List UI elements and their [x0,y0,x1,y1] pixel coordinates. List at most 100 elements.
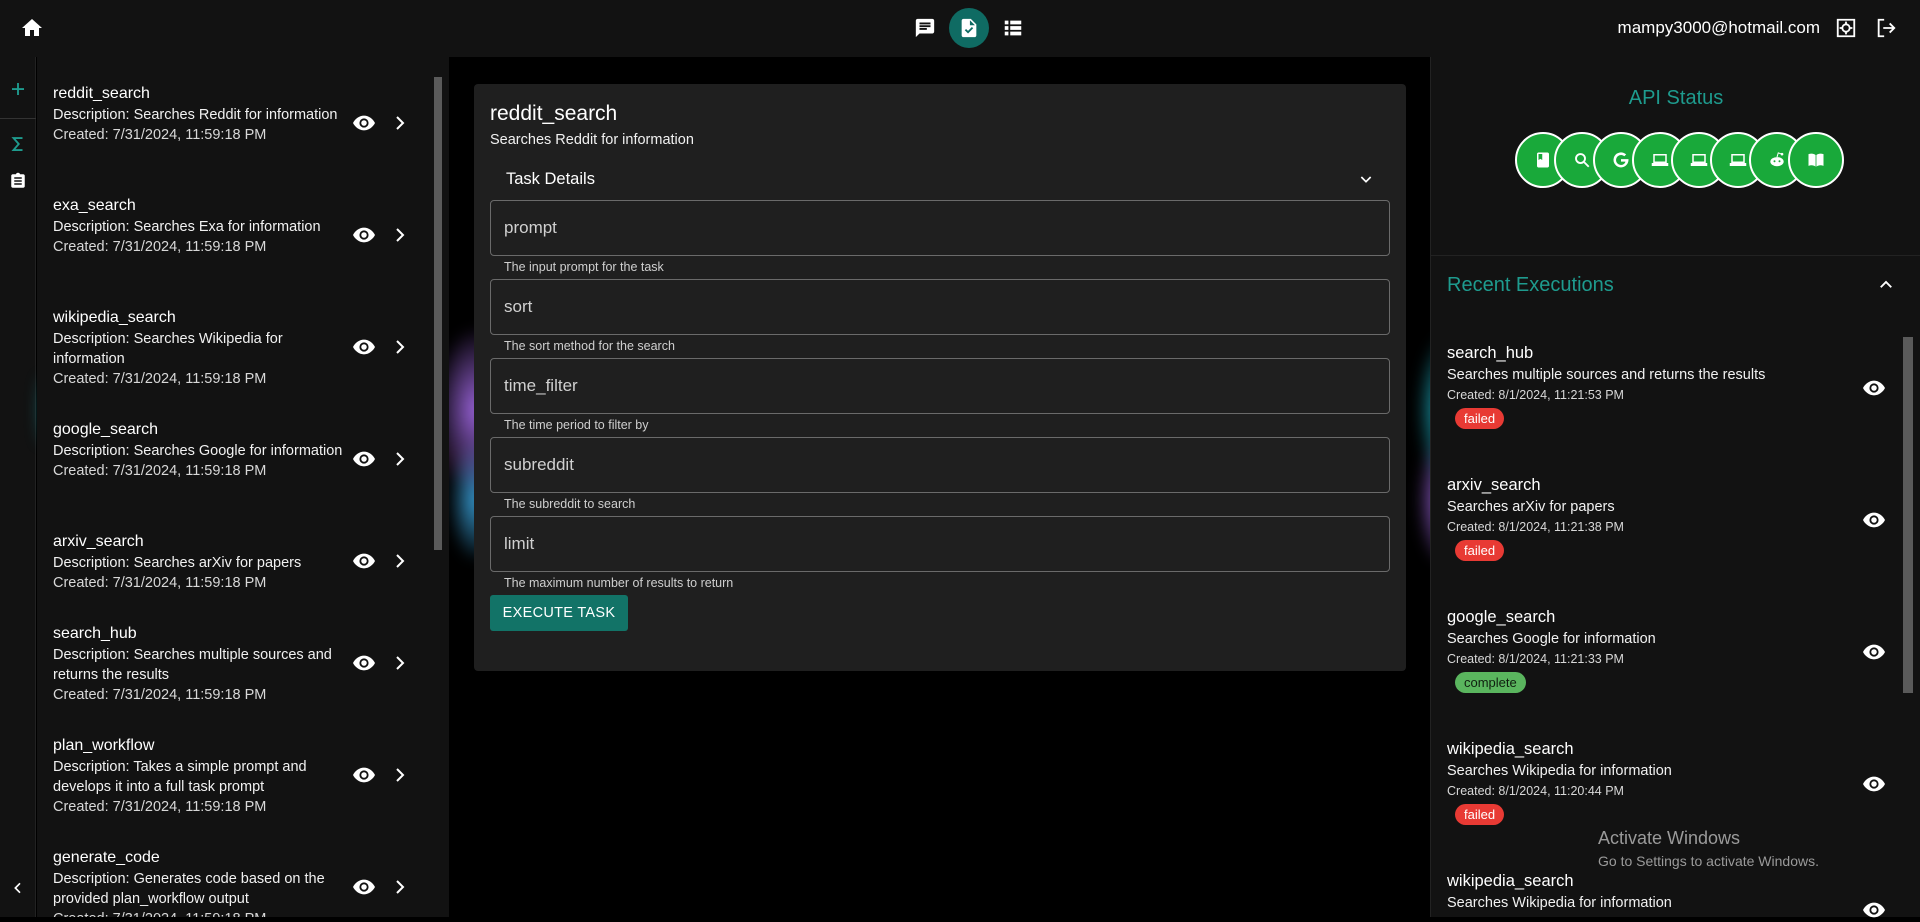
eye-icon[interactable] [351,875,377,899]
prompt-field[interactable] [490,200,1390,256]
recent-executions: Recent Executions search_hub Searches mu… [1431,255,1920,918]
task-details-toggle[interactable]: Task Details [490,160,1390,198]
task-created: Created: 7/31/2024, 11:59:18 PM [53,799,267,815]
execution-name: wikipedia_search [1447,872,1574,890]
subreddit-helper: The subreddit to search [504,497,636,511]
task-description: Description: Searches Reddit for informa… [53,107,338,123]
task-name: search_hub [53,625,137,642]
task-actions [351,447,413,471]
task-details-label: Task Details [506,169,595,188]
status-badge: failed [1455,408,1505,429]
task-actions [351,651,413,675]
task-item[interactable]: reddit_search Description: Searches Redd… [37,83,437,145]
chevron-right-icon[interactable] [387,111,413,135]
task-item[interactable]: search_hub Description: Searches multipl… [37,623,437,705]
task-actions [351,335,413,359]
subreddit-input[interactable] [491,438,1389,492]
eye-icon[interactable] [1861,376,1887,400]
chevron-right-icon[interactable] [387,875,413,899]
execute-task-button[interactable]: EXECUTE TASK [490,595,628,631]
execution-created: Created: 8/1/2024, 11:21:38 PM [1447,520,1624,534]
limit-field[interactable] [490,516,1390,572]
eye-icon[interactable] [1861,508,1887,532]
eye-icon[interactable] [351,111,377,135]
task-list-scrollbar[interactable] [432,60,442,916]
eye-icon[interactable] [351,335,377,359]
execution-description: Searches Wikipedia for information [1447,763,1672,779]
right-panel: API Status Recent Executions search_hub … [1430,57,1920,918]
add-icon[interactable] [6,77,30,101]
limit-input[interactable] [491,517,1389,571]
task-description: Description: Searches Exa for informatio… [53,219,321,235]
scrollbar-thumb[interactable] [1903,337,1913,693]
status-badge: failed [1455,540,1505,561]
user-area: mampy3000@hotmail.com [1618,14,1900,42]
logout-icon[interactable] [1872,14,1900,42]
task-item[interactable]: wikipedia_search Description: Searches W… [37,307,437,389]
eye-icon[interactable] [1861,898,1887,922]
task-description: Description: Searches multiple sources a… [53,647,332,683]
eye-icon[interactable] [351,223,377,247]
user-email: mampy3000@hotmail.com [1617,18,1820,37]
execution-item[interactable]: search_hub Searches multiple sources and… [1447,342,1887,429]
chevron-up-icon[interactable] [1877,276,1901,300]
status-badge: complete [1455,672,1526,693]
execution-name: wikipedia_search [1447,740,1574,758]
task-item[interactable]: plan_workflow Description: Takes a simpl… [37,735,437,817]
chevron-right-icon[interactable] [387,651,413,675]
task-subtitle: Searches Reddit for information [490,132,694,148]
execution-item[interactable]: arxiv_search Searches arXiv for papers C… [1447,474,1887,561]
eye-icon[interactable] [351,651,377,675]
task-name: exa_search [53,197,136,214]
chevron-right-icon[interactable] [387,549,413,573]
sort-input[interactable] [491,280,1389,334]
task-item[interactable]: exa_search Description: Searches Exa for… [37,195,437,257]
watermark-title: Activate Windows [1598,828,1741,848]
rail-divider [0,118,36,119]
chevron-right-icon[interactable] [387,763,413,787]
time-filter-field[interactable] [490,358,1390,414]
time-filter-input[interactable] [491,359,1389,413]
eye-icon[interactable] [351,763,377,787]
task-item[interactable]: arxiv_search Description: Searches arXiv… [37,531,437,593]
execution-created: Created: 8/1/2024, 11:21:33 PM [1447,652,1624,666]
time-filter-helper: The time period to filter by [504,418,649,432]
eye-icon[interactable] [351,447,377,471]
task-title: reddit_search [490,102,618,125]
task-description: Description: Searches Wikipedia for info… [53,331,283,367]
chat-icon[interactable] [905,8,945,48]
chevron-right-icon[interactable] [387,223,413,247]
settings-icon[interactable] [1832,14,1860,42]
eye-icon[interactable] [351,549,377,573]
execution-item[interactable]: google_search Searches Google for inform… [1447,606,1887,693]
list-icon[interactable] [993,8,1033,48]
prompt-helper: The input prompt for the task [504,260,664,274]
task-name: wikipedia_search [53,309,176,326]
open-book-icon[interactable] [1788,132,1844,188]
home-icon[interactable] [20,16,44,40]
limit-helper: The maximum number of results to return [504,576,734,590]
windows-activation-watermark: Activate Windows Go to Settings to activ… [1598,828,1819,869]
clipboard-icon[interactable] [6,169,30,193]
task-created: Created: 7/31/2024, 11:59:18 PM [53,909,437,917]
prompt-input[interactable] [491,201,1389,255]
sort-field[interactable] [490,279,1390,335]
eye-icon[interactable] [1861,640,1887,664]
eye-icon[interactable] [1861,772,1887,796]
execution-item[interactable]: wikipedia_search Searches Wikipedia for … [1447,738,1887,825]
chevron-right-icon[interactable] [387,447,413,471]
executions-scrollbar[interactable] [1901,320,1913,920]
task-item[interactable]: generate_code Description: Generates cod… [37,847,437,917]
task-name: generate_code [53,849,160,866]
task-item[interactable]: google_search Description: Searches Goog… [37,419,437,481]
sigma-icon[interactable] [6,132,30,156]
scrollbar-thumb[interactable] [434,77,442,550]
task-icon[interactable] [949,8,989,48]
execution-item[interactable]: wikipedia_search Searches Wikipedia for … [1447,870,1887,914]
task-description: Description: Generates code based on the… [53,871,325,907]
subreddit-field[interactable] [490,437,1390,493]
chevron-right-icon[interactable] [387,335,413,359]
sort-helper: The sort method for the search [504,339,675,353]
collapse-icon[interactable] [6,876,30,900]
execution-name: google_search [1447,608,1556,626]
